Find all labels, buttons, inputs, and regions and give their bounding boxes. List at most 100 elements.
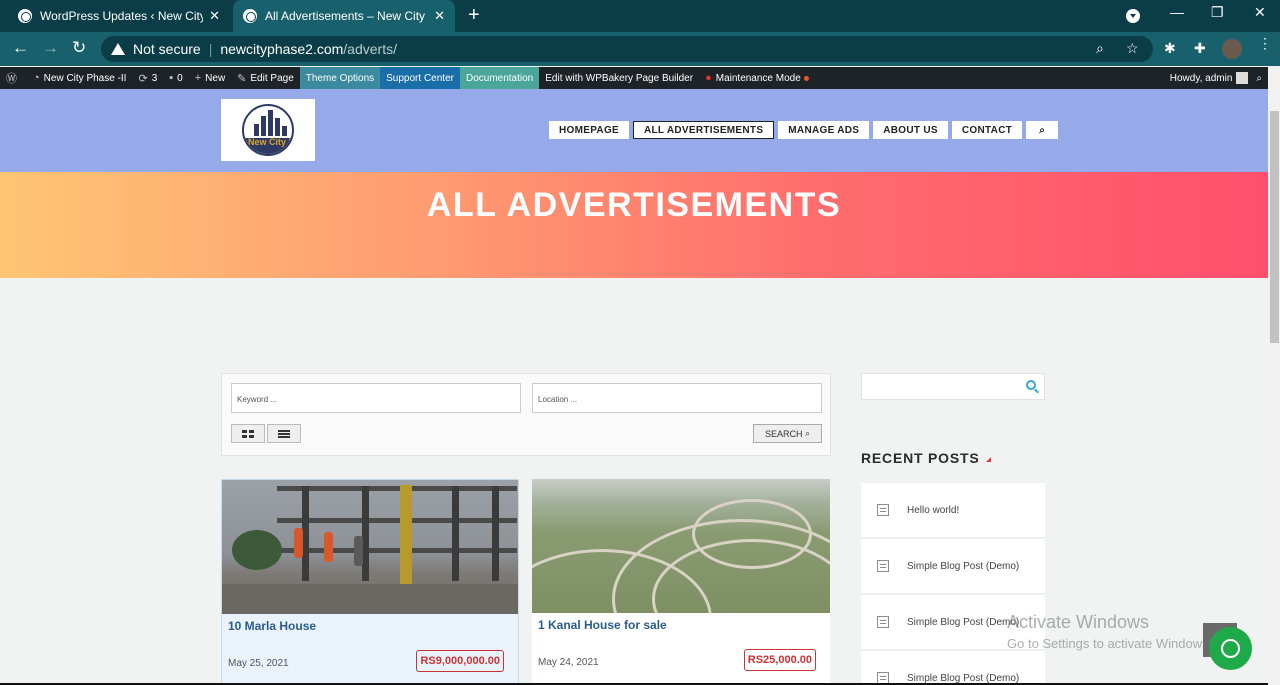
menu-all-advertisements[interactable]: ALL ADVERTISEMENTS xyxy=(633,121,775,139)
admin-site-name[interactable]: ◔ New City Phase -II xyxy=(27,67,132,89)
wordpress-favicon-icon xyxy=(18,9,32,23)
recent-post-title[interactable]: Hello world! xyxy=(907,505,959,516)
location-input[interactable]: Location ... xyxy=(532,383,822,413)
logo-building xyxy=(261,116,266,136)
maintenance-status-dot xyxy=(803,75,809,81)
menu-search-icon[interactable]: ⌕ xyxy=(1026,121,1059,139)
listing-card[interactable]: 10 Marla House May 25, 2021 RS9,000,000.… xyxy=(221,479,519,685)
forward-arrow-icon[interactable]: → xyxy=(42,38,59,58)
recent-posts-label: RECENT POSTS xyxy=(861,450,980,466)
zoom-icon[interactable]: ⌕ xyxy=(1096,40,1104,57)
browser-tab-bar: WordPress Updates ‹ New City Phase -II ✕… xyxy=(0,0,1280,32)
page-hero: ALL ADVERTISEMENTS xyxy=(0,172,1268,278)
search-button[interactable]: SEARCH ⌕ xyxy=(753,424,822,443)
listing-image[interactable] xyxy=(532,479,830,613)
new-tab-button[interactable]: + xyxy=(468,5,480,25)
admin-search-icon[interactable]: ⌕ xyxy=(1256,73,1262,84)
photo-detail xyxy=(354,536,363,566)
site-name-label: New City Phase -II xyxy=(43,72,127,84)
chrome-menu-icon[interactable]: ⋮ xyxy=(1258,36,1272,50)
bookmark-star-icon[interactable]: ☆ xyxy=(1126,40,1139,57)
admin-updates[interactable]: ⟳ 3 xyxy=(132,67,163,89)
howdy-admin[interactable]: Howdy, admin xyxy=(1170,73,1233,84)
tab-all-advertisements[interactable]: All Advertisements – New City Phase -II … xyxy=(233,0,455,32)
list-view-button[interactable] xyxy=(267,424,301,443)
document-icon xyxy=(877,504,889,516)
listing-title[interactable]: 10 Marla House xyxy=(228,619,316,633)
address-bar[interactable]: Not secure | newcityphase2.com/adverts/ … xyxy=(101,36,1153,62)
photo-detail xyxy=(362,486,369,581)
page-scrollbar[interactable] xyxy=(1268,67,1280,685)
url-host: newcityphase2.com xyxy=(220,41,344,57)
maintenance-label: Maintenance Mode xyxy=(715,72,801,84)
chat-bubble-icon xyxy=(1221,639,1240,658)
admin-maintenance-mode[interactable]: ● Maintenance Mode xyxy=(699,67,815,89)
land-aerial-photo xyxy=(532,479,830,613)
photo-detail xyxy=(452,486,459,581)
page-title: ALL ADVERTISEMENTS xyxy=(426,186,842,224)
watermark-line2: Go to Settings to activate Windows. xyxy=(1007,636,1213,651)
edit-page-label: Edit Page xyxy=(250,72,294,84)
listing-card[interactable]: 1 Kanal House for sale May 24, 2021 RS25… xyxy=(532,479,830,685)
recent-post-title[interactable]: Simple Blog Post (Demo) xyxy=(907,561,1019,572)
close-tab-icon[interactable]: ✕ xyxy=(209,8,220,24)
keyword-input[interactable]: Keyword ... xyxy=(231,383,521,413)
logo-building xyxy=(268,110,273,136)
reload-icon[interactable]: ↻ xyxy=(72,38,86,58)
photo-detail xyxy=(232,530,282,570)
heading-accent-icon xyxy=(985,456,991,462)
recent-post-title[interactable]: Simple Blog Post (Demo) xyxy=(907,673,1019,684)
back-arrow-icon[interactable]: ← xyxy=(12,38,29,58)
chrome-profile-avatar[interactable] xyxy=(1222,39,1242,59)
menu-contact[interactable]: CONTACT xyxy=(951,121,1023,139)
admin-edit-page[interactable]: ✎ Edit Page xyxy=(231,67,300,89)
construction-photo xyxy=(222,480,518,614)
comment-icon: ▪ xyxy=(169,72,174,84)
menu-manage-ads[interactable]: MANAGE ADS xyxy=(778,121,870,139)
photo-detail xyxy=(492,486,499,581)
recent-post-item[interactable]: Simple Blog Post (Demo) xyxy=(861,651,1045,685)
recent-post-title[interactable]: Simple Blog Post (Demo) xyxy=(907,617,1019,628)
new-label: New xyxy=(205,72,226,84)
listing-image[interactable] xyxy=(222,480,518,614)
tab-title: All Advertisements – New City Phase -II xyxy=(265,9,428,23)
recent-post-item[interactable]: Simple Blog Post (Demo) xyxy=(861,539,1045,594)
site-logo[interactable]: New City Phase 2 xyxy=(221,99,315,161)
admin-new[interactable]: + New xyxy=(189,67,231,89)
logo-building xyxy=(275,118,280,136)
admin-comments[interactable]: ▪ 0 xyxy=(163,67,188,89)
logo-building xyxy=(282,126,287,136)
admin-avatar[interactable] xyxy=(1236,72,1249,84)
plus-icon: + xyxy=(194,72,202,84)
puzzle-extensions-icon[interactable]: ✚ xyxy=(1194,40,1206,57)
sidebar-search-input[interactable] xyxy=(861,373,1045,400)
admin-theme-options[interactable]: Theme Options xyxy=(299,67,381,89)
tab-search-icon[interactable] xyxy=(1126,9,1140,23)
pencil-icon: ✎ xyxy=(237,72,247,85)
listing-date: May 24, 2021 xyxy=(538,657,599,668)
photo-detail xyxy=(222,584,518,614)
listing-title[interactable]: 1 Kanal House for sale xyxy=(538,618,667,632)
photo-detail xyxy=(324,532,333,562)
photo-detail xyxy=(692,499,812,569)
recent-post-item[interactable]: Hello world! xyxy=(861,483,1045,538)
not-secure-label: Not secure xyxy=(133,41,201,57)
admin-support-center[interactable]: Support Center xyxy=(380,67,460,89)
admin-wpbakery[interactable]: Edit with WPBakery Page Builder xyxy=(539,67,699,89)
extension-icon[interactable]: ✱ xyxy=(1164,40,1176,57)
restore-icon[interactable]: ❐ xyxy=(1211,4,1224,21)
menu-about-us[interactable]: ABOUT US xyxy=(873,121,948,139)
admin-documentation[interactable]: Documentation xyxy=(459,67,540,89)
wp-logo-icon[interactable]: Ⓦ xyxy=(0,67,27,89)
main-menu: HOMEPAGE ALL ADVERTISEMENTS MANAGE ADS A… xyxy=(549,121,1059,139)
site-header: New City Phase 2 HOMEPAGE ALL ADVERTISEM… xyxy=(0,89,1268,172)
close-tab-icon[interactable]: ✕ xyxy=(434,8,445,24)
close-window-icon[interactable]: ✕ xyxy=(1254,4,1266,21)
tab-wordpress-updates[interactable]: WordPress Updates ‹ New City Phase -II ✕ xyxy=(8,0,230,32)
grid-view-button[interactable] xyxy=(231,424,265,443)
menu-homepage[interactable]: HOMEPAGE xyxy=(549,121,629,139)
chat-widget-button[interactable] xyxy=(1209,627,1252,670)
search-icon[interactable] xyxy=(1026,380,1036,390)
minimize-icon[interactable]: — xyxy=(1170,4,1184,20)
scrollbar-thumb[interactable] xyxy=(1270,111,1279,343)
